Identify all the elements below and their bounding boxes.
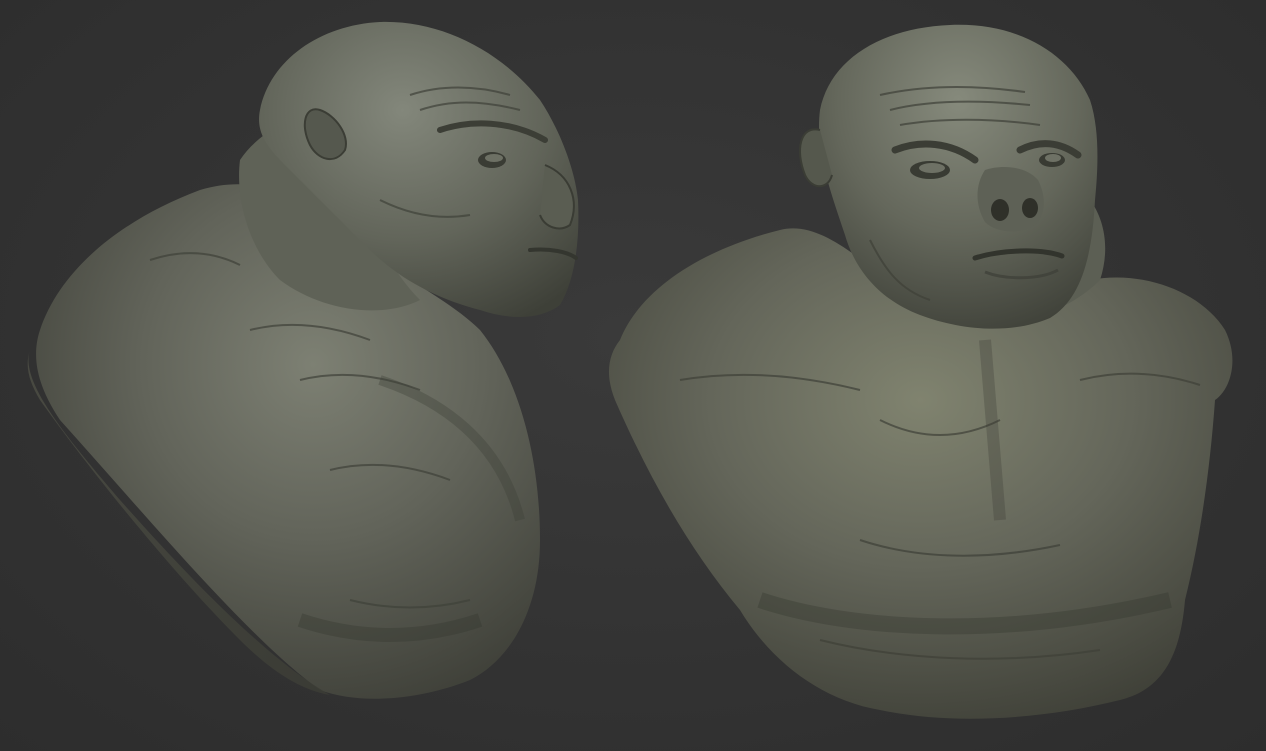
render-viewport [0, 0, 1266, 751]
three-quarter-view [27, 21, 579, 699]
front-view [608, 24, 1233, 719]
sculpt-render-canvas [27, 21, 1233, 719]
